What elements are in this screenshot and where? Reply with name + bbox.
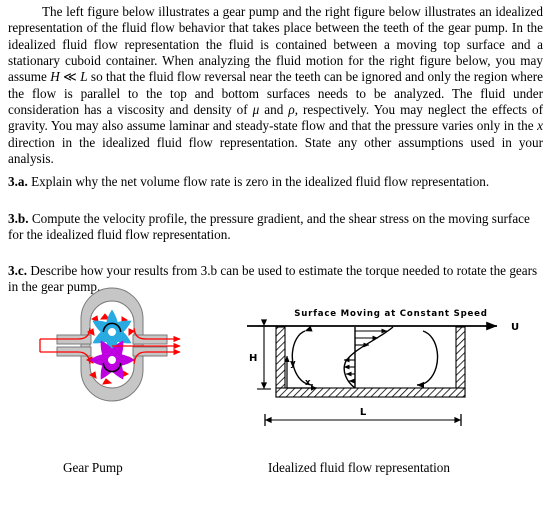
height-label-H: H — [249, 353, 257, 364]
length-dimension-L: L — [264, 407, 462, 426]
question-3b: 3.b. Compute the velocity profile, the p… — [8, 211, 543, 244]
paragraph-part-4: and — [259, 102, 289, 118]
question-3a-label: 3.a. — [8, 174, 28, 189]
gear-pump-caption: Gear Pump — [63, 460, 123, 475]
left-recirculation-arrow — [291, 325, 314, 386]
speed-label-U: U — [511, 322, 519, 333]
paragraph-part-6: direction in the idealized fluid flow re… — [8, 134, 543, 167]
question-3c-label: 3.c. — [8, 263, 28, 278]
height-dimension-H: H — [249, 319, 271, 390]
length-label-L: L — [360, 407, 367, 418]
figures-row: Surface Moving at Constant Speed U H y x… — [0, 287, 551, 514]
symbol-L: L — [80, 69, 88, 85]
question-3a: 3.a. Explain why the net volume flow rat… — [8, 174, 543, 190]
question-3b-text: Compute the velocity profile, the pressu… — [8, 211, 530, 243]
question-3b-label: 3.b. — [8, 211, 29, 226]
symbol-H: H — [50, 69, 60, 85]
velocity-profile — [343, 326, 394, 389]
question-3c-text: Describe how your results from 3.b can b… — [8, 263, 538, 295]
question-3a-text: Explain why the net volume flow rate is … — [27, 174, 490, 189]
idealized-flow-figure: Surface Moving at Constant Speed U H y x… — [243, 298, 551, 438]
paragraph-part-2: ≪ — [59, 69, 81, 85]
gear-pump-figure — [39, 287, 240, 436]
velocity-profile-curve — [343, 326, 394, 389]
right-recirculation-arrow — [416, 330, 439, 389]
problem-statement-paragraph: The left figure below illustrates a gear… — [8, 4, 543, 167]
surface-moving-label: Surface Moving at Constant Speed — [294, 309, 487, 319]
document-page: The left figure below illustrates a gear… — [0, 0, 551, 514]
symbol-x: x — [537, 118, 543, 134]
idealized-flow-caption: Idealized fluid flow representation — [268, 460, 450, 475]
question-3c: 3.c. Describe how your results from 3.b … — [8, 263, 543, 296]
